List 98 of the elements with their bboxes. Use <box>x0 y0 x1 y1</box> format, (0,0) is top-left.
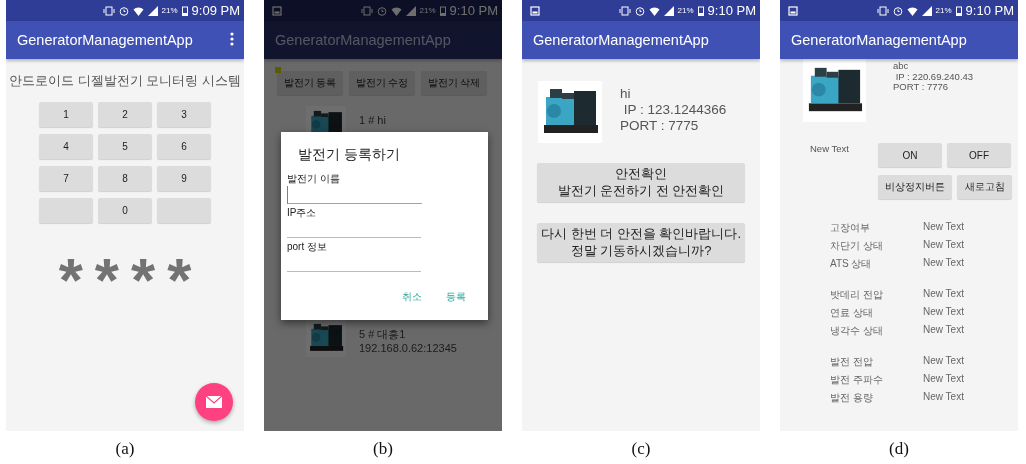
figure-caption: (a) <box>115 439 135 459</box>
pin-dot: * <box>167 249 192 299</box>
status-time: 9:10 PM <box>707 3 756 18</box>
status-value: New Text <box>923 306 965 319</box>
signal-icon <box>405 5 416 16</box>
blank-key[interactable] <box>39 198 93 223</box>
status-value: New Text <box>923 355 965 368</box>
status-value: New Text <box>923 257 965 270</box>
field-label: port 정보 <box>287 240 328 254</box>
wifi-icon <box>648 5 660 16</box>
status-time: 9:10 PM <box>965 3 1014 18</box>
battery-icon <box>439 5 446 16</box>
keypad-key[interactable]: 4 <box>39 134 93 159</box>
app-title: GeneratorManagementApp <box>275 32 452 48</box>
battery-icon <box>697 5 704 16</box>
device-port: PORT : 7775 <box>620 118 700 134</box>
status-value: New Text <box>923 221 965 234</box>
status-label: 연료 상태 <box>830 306 874 320</box>
battery-percent: 21% <box>935 6 952 15</box>
field-label: IP주소 <box>287 206 318 220</box>
status-label: 밧데리 전압 <box>830 288 884 302</box>
pin-dot: * <box>131 249 156 299</box>
status-value: New Text <box>923 324 965 337</box>
keypad-key[interactable]: 1 <box>39 102 93 127</box>
figure-caption: (d) <box>889 439 909 459</box>
control-button[interactable]: OFF <box>947 143 1011 167</box>
device-ip: IP : 220.69.240.43 <box>894 71 974 82</box>
app-title: GeneratorManagementApp <box>791 32 968 48</box>
keypad-key[interactable]: 5 <box>98 134 152 159</box>
device-port: PORT : 7776 <box>893 82 950 93</box>
control-button[interactable]: 새로고침 <box>957 175 1012 199</box>
mail-fab[interactable] <box>195 383 233 421</box>
keypad-key[interactable]: 0 <box>98 198 152 223</box>
figure-caption: (b) <box>373 439 393 459</box>
mail-icon <box>206 396 222 408</box>
keypad-key[interactable]: 9 <box>157 166 211 191</box>
alarm-icon <box>892 5 903 16</box>
generator-drawing <box>803 59 866 122</box>
wifi-icon <box>390 5 402 16</box>
status-value: New Text <box>923 373 965 386</box>
status-time: 9:10 PM <box>449 3 498 18</box>
field-label: 발전기 이름 <box>287 172 341 186</box>
device-name: abc <box>893 61 910 72</box>
status-time: 9:09 PM <box>191 3 240 18</box>
control-button[interactable]: ON <box>878 143 942 167</box>
vibrate-icon <box>360 5 373 16</box>
vibrate-icon <box>618 5 631 16</box>
control-button[interactable]: 비상정지버튼 <box>878 175 952 199</box>
battery-percent: 21% <box>419 6 436 15</box>
status-label: 발전 주파수 <box>830 373 884 387</box>
device-ip: IP : 123.1244366 <box>622 102 727 118</box>
vibrate-icon <box>876 5 889 16</box>
overflow-menu-icon[interactable] <box>230 31 234 46</box>
wifi-icon <box>906 5 918 16</box>
signal-icon <box>147 5 158 16</box>
vibrate-icon <box>102 5 115 16</box>
status-label: 발전 전압 <box>830 355 874 369</box>
status-label: 고장여부 <box>830 221 871 235</box>
alarm-icon <box>376 5 387 16</box>
generator-info: 192.168.0.62:12345 <box>359 342 457 354</box>
generator-info: 1 # hi <box>359 114 386 126</box>
status-value: New Text <box>923 239 965 252</box>
keypad-key[interactable]: 3 <box>157 102 211 127</box>
status-label: 차단기 상태 <box>830 239 884 253</box>
keypad-key[interactable]: 2 <box>98 102 152 127</box>
keypad-key[interactable]: 8 <box>98 166 152 191</box>
battery-percent: 21% <box>677 6 694 15</box>
alarm-icon <box>634 5 645 16</box>
generator-info: 5 # 대흥1 <box>359 327 407 342</box>
keypad-key[interactable]: 7 <box>39 166 93 191</box>
device-name: hi <box>620 86 632 102</box>
state-text: New Text <box>810 143 850 156</box>
alarm-icon <box>118 5 129 16</box>
wifi-icon <box>132 5 144 16</box>
keypad-key[interactable]: 6 <box>157 134 211 159</box>
marker-icon <box>275 67 281 73</box>
status-label: 냉각수 상태 <box>830 324 884 338</box>
app-title: GeneratorManagementApp <box>17 32 194 48</box>
pin-dot: * <box>58 249 83 299</box>
signal-icon <box>663 5 674 16</box>
battery-icon <box>181 5 188 16</box>
battery-percent: 21% <box>161 6 178 15</box>
input-field[interactable] <box>287 186 422 204</box>
generator-drawing <box>538 81 602 143</box>
status-value: New Text <box>923 391 965 404</box>
status-value: New Text <box>923 288 965 301</box>
confirm-button[interactable]: 다시 한번 더 안전을 확인바랍니다. 정말 기동하시겠습니까? <box>537 223 745 262</box>
pin-dot: * <box>94 249 119 299</box>
status-label: ATS 상태 <box>830 257 873 271</box>
system-heading: 안드로이드 디젤발전기 모니터링 시스템 <box>8 72 242 90</box>
app-title: GeneratorManagementApp <box>533 32 710 48</box>
status-label: 발전 용량 <box>830 391 874 405</box>
confirm-button[interactable]: 안전확인 발전기 운전하기 전 안전확인 <box>537 163 745 202</box>
dialog-title: 발전기 등록하기 <box>297 146 401 164</box>
battery-icon <box>955 5 962 16</box>
signal-icon <box>921 5 932 16</box>
figure-caption: (c) <box>631 439 651 459</box>
blank-key[interactable] <box>157 198 211 223</box>
